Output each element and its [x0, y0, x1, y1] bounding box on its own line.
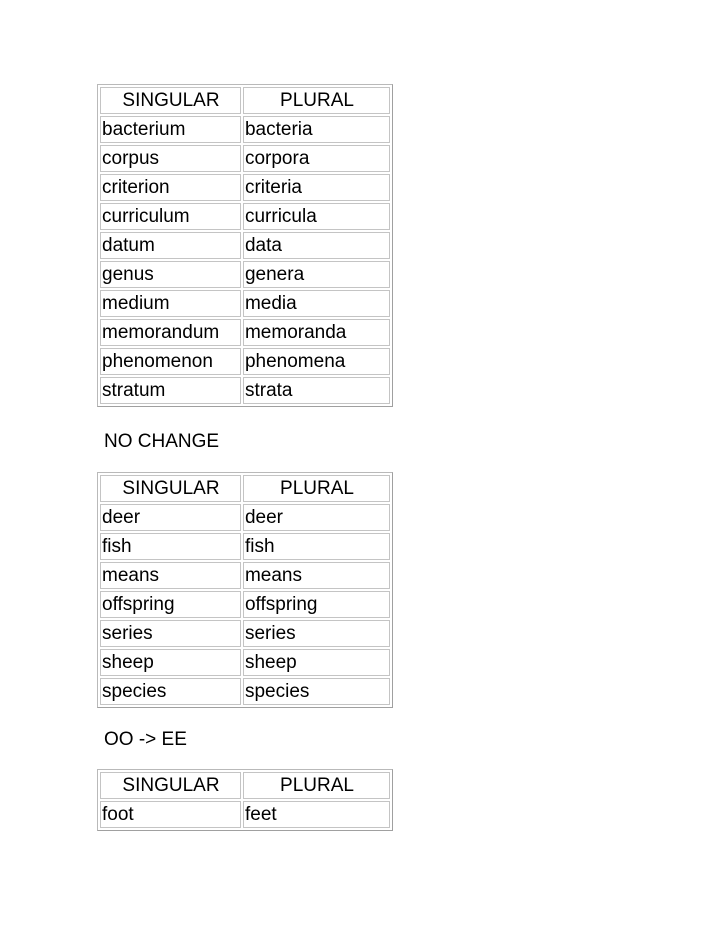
table-body: bacterium bacteria corpus corpora criterion c… — [100, 116, 390, 404]
table-row: species species — [100, 678, 390, 705]
table-body: deer deer fish fish means means offspring offsp… — [100, 504, 390, 705]
header-plural: PLURAL — [242, 87, 390, 114]
plural-cell: memoranda — [242, 319, 390, 346]
plural-cell: phenomena — [242, 348, 390, 375]
singular-cell: species — [100, 678, 241, 705]
table-row: criterion criteria — [100, 174, 390, 201]
section-heading-oo-ee: OO -> EE — [104, 729, 187, 750]
header-plural: PLURAL — [242, 772, 390, 799]
header-singular: SINGULAR — [100, 87, 241, 114]
table-row: means means — [100, 562, 390, 589]
plural-cell: series — [242, 620, 390, 647]
singular-cell: sheep — [100, 649, 241, 676]
plural-cell: bacteria — [242, 116, 390, 143]
plural-cell: criteria — [242, 174, 390, 201]
table-row: offspring offspring — [100, 591, 390, 618]
table-row: genus genera — [100, 261, 390, 288]
singular-cell: criterion — [100, 174, 241, 201]
table-row: curriculum curricula — [100, 203, 390, 230]
plural-cell: feet — [242, 801, 390, 828]
singular-cell: bacterium — [100, 116, 241, 143]
table-row: foot feet — [100, 801, 390, 828]
plural-cell: offspring — [242, 591, 390, 618]
no-change-plurals-table: SINGULAR PLURAL deer deer fish fish means mea… — [97, 472, 393, 708]
table-row: corpus corpora — [100, 145, 390, 172]
header-singular: SINGULAR — [100, 475, 241, 502]
header-singular: SINGULAR — [100, 772, 241, 799]
singular-cell: stratum — [100, 377, 241, 404]
table-header-row: SINGULAR PLURAL — [100, 475, 390, 502]
plural-cell: deer — [242, 504, 390, 531]
singular-cell: memorandum — [100, 319, 241, 346]
singular-cell: deer — [100, 504, 241, 531]
plural-cell: curricula — [242, 203, 390, 230]
singular-cell: series — [100, 620, 241, 647]
table-row: deer deer — [100, 504, 390, 531]
singular-cell: means — [100, 562, 241, 589]
plural-cell: corpora — [242, 145, 390, 172]
header-plural: PLURAL — [242, 475, 390, 502]
plural-cell: genera — [242, 261, 390, 288]
singular-cell: offspring — [100, 591, 241, 618]
plural-cell: fish — [242, 533, 390, 560]
table-header-row: SINGULAR PLURAL — [100, 772, 390, 799]
table-body: foot feet — [100, 801, 390, 828]
singular-cell: fish — [100, 533, 241, 560]
table-row: datum data — [100, 232, 390, 259]
singular-cell: medium — [100, 290, 241, 317]
table-row: phenomenon phenomena — [100, 348, 390, 375]
table-row: series series — [100, 620, 390, 647]
singular-cell: datum — [100, 232, 241, 259]
table-row: medium media — [100, 290, 390, 317]
plural-cell: data — [242, 232, 390, 259]
oo-ee-plurals-table: SINGULAR PLURAL foot feet — [97, 769, 393, 831]
latin-plurals-table: SINGULAR PLURAL bacterium bacteria corpus c… — [97, 84, 393, 407]
table-row: fish fish — [100, 533, 390, 560]
table-row: bacterium bacteria — [100, 116, 390, 143]
table-header-row: SINGULAR PLURAL — [100, 87, 390, 114]
plural-cell: media — [242, 290, 390, 317]
singular-cell: phenomenon — [100, 348, 241, 375]
singular-cell: curriculum — [100, 203, 241, 230]
plural-cell: sheep — [242, 649, 390, 676]
singular-cell: foot — [100, 801, 241, 828]
plural-cell: means — [242, 562, 390, 589]
singular-cell: genus — [100, 261, 241, 288]
singular-cell: corpus — [100, 145, 241, 172]
plural-cell: strata — [242, 377, 390, 404]
table-row: sheep sheep — [100, 649, 390, 676]
table-row: stratum strata — [100, 377, 390, 404]
table-row: memorandum memoranda — [100, 319, 390, 346]
plural-cell: species — [242, 678, 390, 705]
section-heading-no-change: NO CHANGE — [104, 431, 220, 452]
